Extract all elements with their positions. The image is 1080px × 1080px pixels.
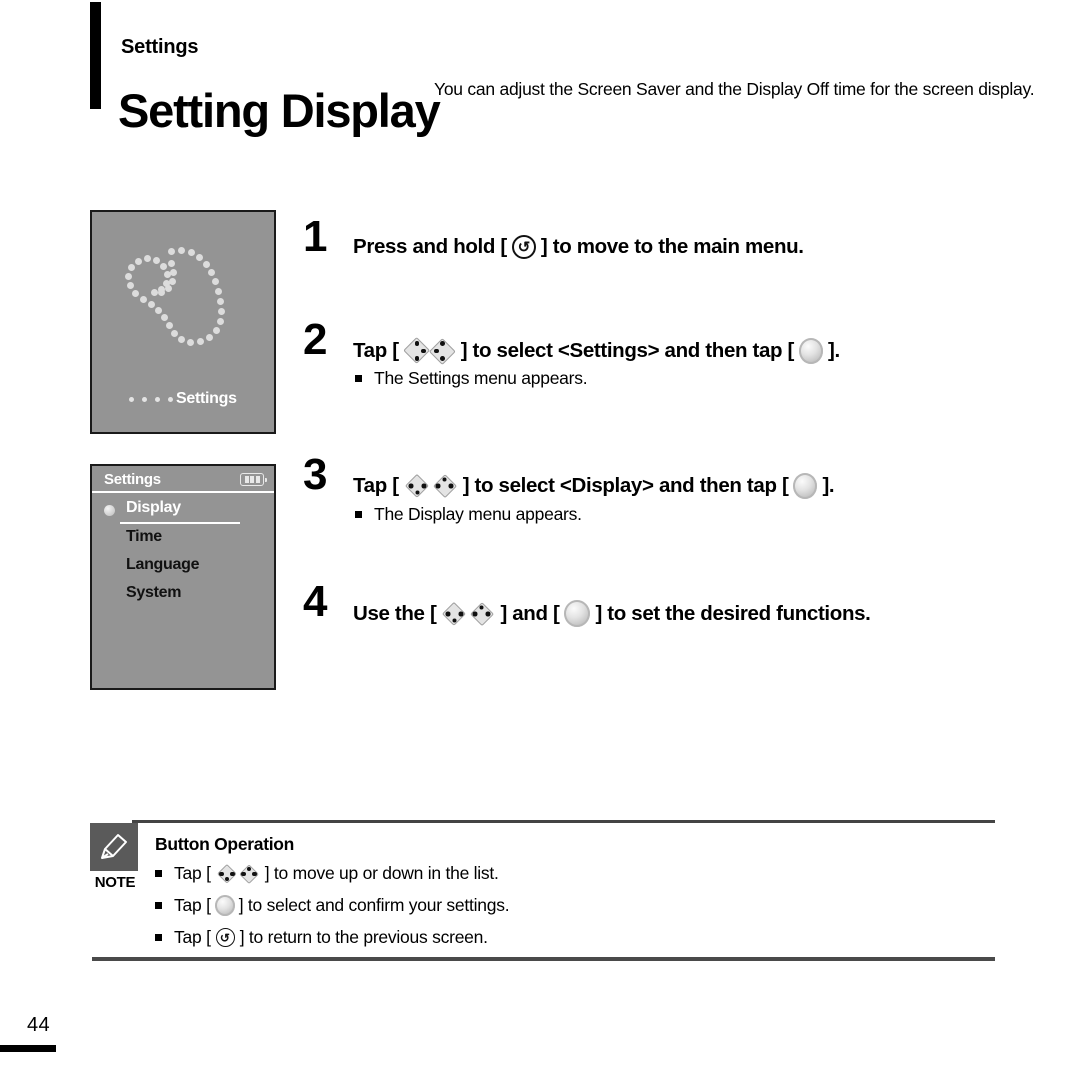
up-down-chevrons-icon [441,601,495,626]
step-instruction: Tap [ ] to select <Display> and then tap… [353,473,835,499]
step-text-before: Press and hold [ [353,235,507,258]
square-bullet-icon [155,902,162,909]
step-text-middle: ] to select <Settings> and then tap [ [460,339,795,362]
note-text-before: Tap [ [174,895,211,915]
square-bullet-icon [355,511,362,518]
step-text-after: ]. [822,474,835,497]
step-text-middle: ] and [ [500,601,560,625]
left-right-chevrons-icon [403,337,456,365]
device-menu-item-label: Display [126,499,181,516]
step-text-before: Tap [ [353,339,399,362]
note-text-before: Tap [ [174,863,211,883]
select-button-icon [793,473,818,499]
note-line-1: Tap [ ] to move up or down in the list. [155,863,499,884]
step-text-after: ] to set the desired functions. [595,601,871,625]
note-heading: Button Operation [155,834,295,854]
square-bullet-icon [155,870,162,877]
device-screen-caption: Settings [176,390,237,407]
note-top-divider [132,820,995,823]
step-text-after: ]. [828,339,840,362]
page-number: 44 [27,1014,51,1036]
step-instruction: Press and hold [ ↻ ] to move to the main… [353,235,804,259]
note-text-after: ] to return to the previous screen. [239,927,488,947]
selection-underline [120,522,240,524]
device-menu-item-label: Language [126,556,200,573]
note-line-2: Tap [ ] to select and confirm your setti… [155,895,510,916]
device-menu-item-time[interactable]: Time [92,525,274,553]
step-text-before: Tap [ [353,474,399,497]
caption-dots [129,397,173,402]
step-instruction: Tap [ ] to select <Settings> and then ta… [353,337,840,365]
device-menu-item-display[interactable]: Display [92,496,274,524]
step-text-before: Use the [ [353,601,437,625]
return-icon: ↻ [215,928,235,947]
device-menu-title: Settings [104,471,161,488]
page-title: Setting Display [118,84,441,138]
step-3-note: The Display menu appears. [355,504,582,525]
step-note-text: The Display menu appears. [374,504,582,524]
step-text-after: ] to move to the main menu. [540,235,804,258]
footer-accent-bar [0,1045,56,1052]
note-text-after: ] to move up or down in the list. [264,863,499,883]
step-number: 3 [303,450,328,499]
device-menu-item-label: Time [126,528,162,545]
step-2-note: The Settings menu appears. [355,368,588,389]
note-text-after: ] to select and confirm your settings. [238,895,510,915]
header-eyebrow: Settings [121,36,199,58]
step-note-text: The Settings menu appears. [374,368,588,388]
step-number: 2 [303,315,328,364]
step-number: 4 [303,577,328,626]
device-menu-titlebar: Settings [92,466,274,493]
up-down-chevrons-icon [216,863,260,884]
page-description: You can adjust the Screen Saver and the … [434,79,1035,99]
select-button-icon [799,338,824,364]
device-screen-settings-list: Settings Display Time Language System [90,464,276,690]
up-down-chevrons-icon [404,473,458,499]
step-instruction: Use the [ ] and [ ] to set the desired f… [353,600,871,627]
device-menu-item-label: System [126,584,182,601]
device-menu-item-language[interactable]: Language [92,553,274,581]
device-menu-item-system[interactable]: System [92,581,274,609]
square-bullet-icon [155,934,162,941]
note-badge-label: NOTE [94,874,136,891]
square-bullet-icon [355,375,362,382]
selection-bullet-icon [104,505,115,516]
battery-icon [240,473,267,486]
note-bottom-divider [92,957,995,961]
return-icon: ↻ [511,235,536,259]
select-button-icon [214,895,235,916]
header-accent-bar [90,2,101,109]
step-text-middle: ] to select <Display> and then tap [ [462,474,789,497]
wrench-dotted-icon [120,244,240,359]
note-text-before: Tap [ [174,927,211,947]
device-screen-main-menu: Settings [90,210,276,434]
step-number: 1 [303,212,328,261]
select-button-icon [564,600,591,627]
note-line-3: Tap [ ↻ ] to return to the previous scre… [155,927,488,948]
pencil-icon [90,823,138,871]
